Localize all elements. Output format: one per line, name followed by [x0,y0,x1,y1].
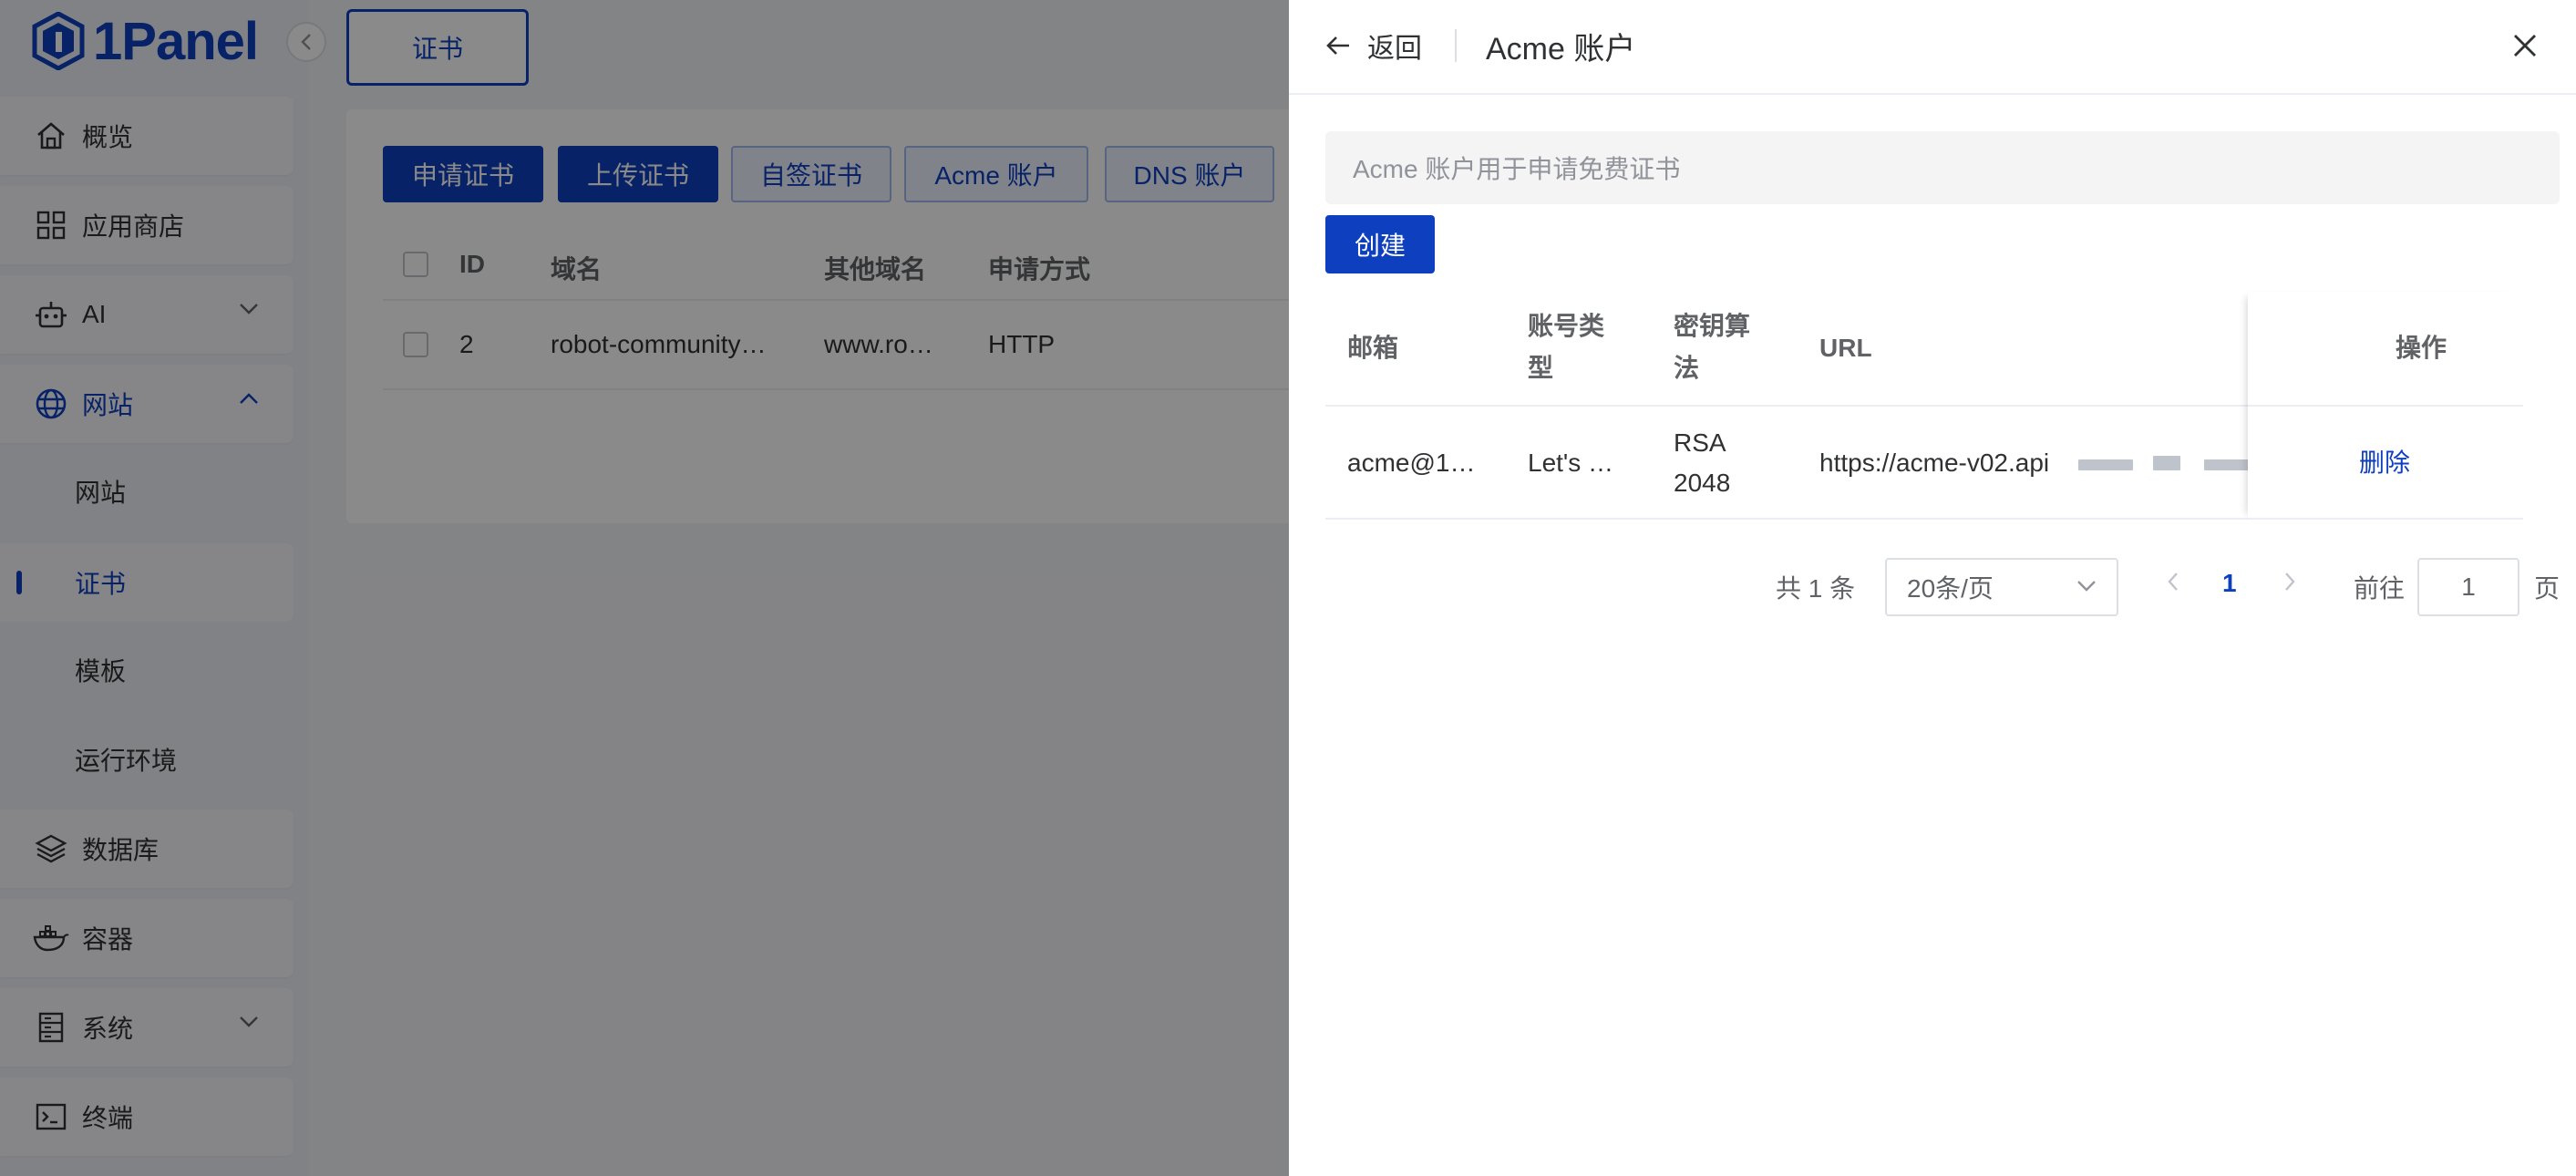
column-header-key-algorithm: 密钥算 [1674,312,1751,340]
close-icon [2514,35,2536,57]
goto-page-input[interactable] [2417,558,2519,616]
cell-account-type: Let's … [1528,449,1614,477]
page-suffix: 页 [2534,574,2561,603]
drawer-header: 返回 Acme 账户 [1289,0,2576,95]
column-header-account-type: 账号类 [1528,312,1605,340]
page-size-value: 20条/页 [1907,574,1994,603]
redacted-text [2153,456,2180,470]
cell-key-algorithm-line2: 2048 [1674,469,1731,497]
table-divider [2248,405,2523,407]
table-divider [2248,518,2523,520]
close-button[interactable] [2505,26,2545,66]
modal-overlay[interactable] [0,0,1289,1176]
current-page[interactable]: 1 [2222,569,2237,598]
acme-account-drawer: 返回 Acme 账户 Acme 账户用于申请免费证书 创建 邮箱 账号类 型 密… [1289,0,2576,1176]
back-label: 返回 [1367,34,1422,64]
next-page-icon[interactable] [2282,571,2297,593]
create-button[interactable]: 创建 [1325,215,1435,273]
redacted-text [2078,459,2133,470]
info-alert: Acme 账户用于申请免费证书 [1325,131,2560,204]
drawer-title: Acme 账户 [1486,32,1636,67]
back-button[interactable]: 返回 [1325,26,1422,66]
prev-page-icon[interactable] [2166,571,2180,593]
chevron-down-icon [2077,581,2096,592]
column-header-email: 邮箱 [1347,334,1399,362]
cell-email: acme@1… [1347,449,1476,477]
cell-url: https://acme-v02.api [1819,449,2050,477]
column-header-key-algorithm-line2: 法 [1674,354,1700,382]
header-separator [1455,29,1457,62]
delete-link[interactable]: 删除 [2359,443,2410,480]
pagination-total: 共 1 条 [1776,574,1856,603]
page-size-select[interactable]: 20条/页 [1885,558,2118,616]
fixed-operations-column [2248,292,2523,520]
column-header-account-type-line2: 型 [1528,354,1554,382]
redacted-text [2204,459,2250,470]
goto-label: 前往 [2354,574,2406,603]
cell-key-algorithm: RSA [1674,428,1726,457]
column-header-operations: 操作 [2396,334,2447,362]
arrow-left-icon [1326,36,1349,55]
column-header-url: URL [1819,334,1872,362]
